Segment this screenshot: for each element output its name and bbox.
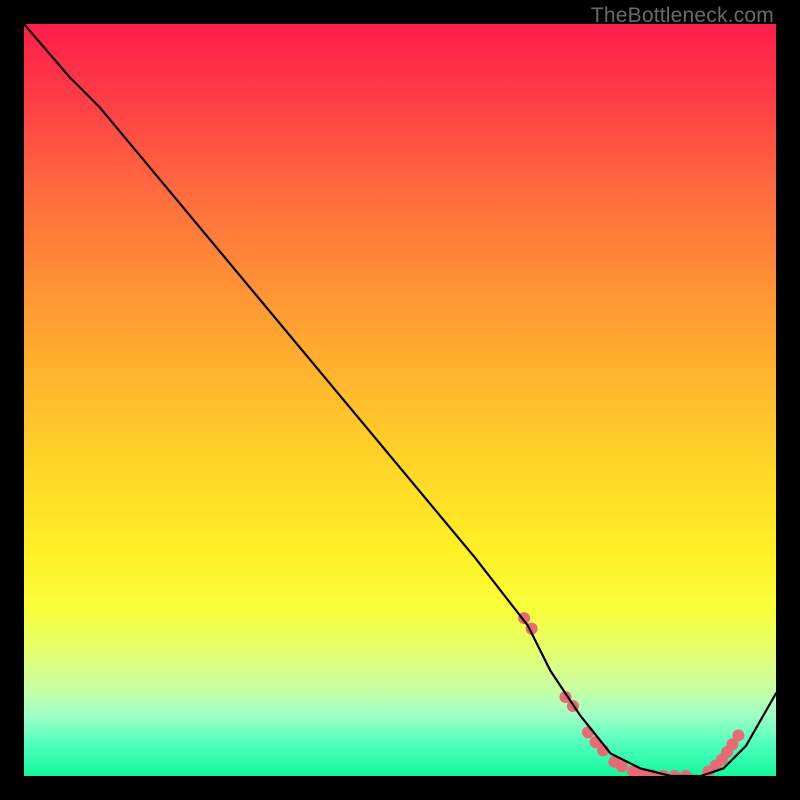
chart-frame: TheBottleneck.com [0,0,800,800]
marker-dots [518,612,744,776]
marker-dot [582,726,594,738]
plot-area [24,24,776,776]
marker-dot [732,729,744,741]
curve-line [24,24,776,776]
watermark-text: TheBottleneck.com [591,4,774,28]
chart-svg [24,24,776,776]
